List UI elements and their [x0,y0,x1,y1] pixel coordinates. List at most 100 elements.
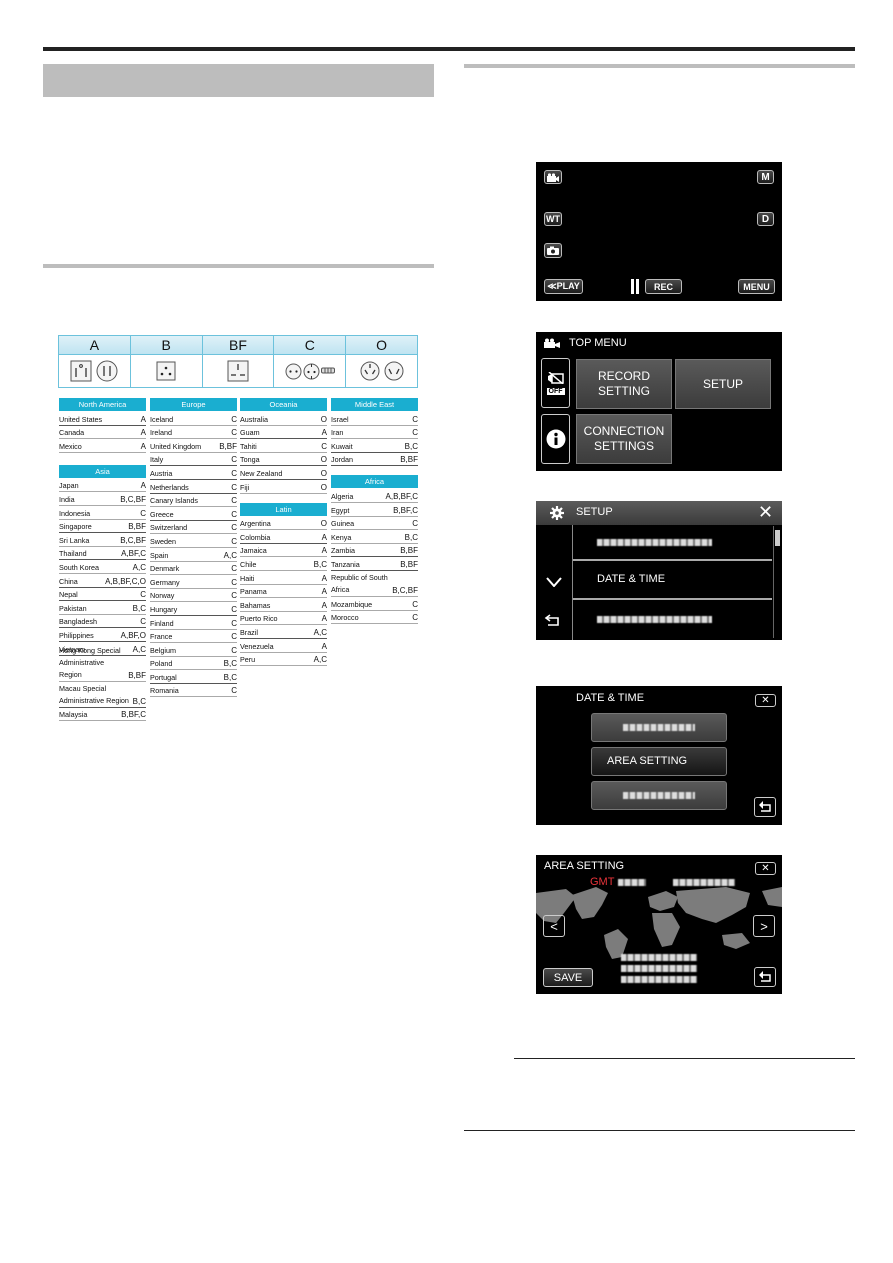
country-row: Greece C [150,507,237,521]
back-button[interactable] [754,967,776,987]
snapshot-button[interactable] [544,243,562,258]
country-row: Sweden C [150,534,237,548]
country-row: Peru A,C [240,653,327,667]
country-name: Iran [331,428,344,438]
country-row: Malaysia B,BF,C [59,708,146,722]
plug-types-value: C [231,414,237,424]
country-name: Haiti [240,573,255,583]
save-button[interactable]: SAVE [543,968,593,987]
plug-types-value: B,C,BF [120,494,146,504]
next-area-button[interactable]: > [753,915,775,937]
setup-tile[interactable]: SETUP [675,359,771,409]
plug-types-value: C [321,441,327,451]
previous-area-button[interactable]: < [543,915,565,937]
country-row: Ireland C [150,426,237,440]
back-icon[interactable] [544,613,562,627]
wt-zoom-button[interactable]: WT [544,212,562,226]
country-name: Venezuela [240,641,274,651]
scrollbar[interactable] [773,526,780,638]
video-mode-button[interactable] [544,170,562,184]
country-name: Fiji [240,482,250,492]
plug-types-value: A,B,BF,C [385,491,418,501]
country-name: Denmark [150,564,180,574]
country-row: Iran C [331,426,418,440]
country-row: New Zealand O [240,466,327,480]
plug-types-value: B,BF [400,546,418,556]
country-name: Egypt [331,505,350,515]
country-name: Italy [150,455,164,465]
plug-type-a: A [59,336,131,387]
top-menu-screen: TOP MENU OFF RECORD SETTING SETUP CONNEC… [536,332,782,471]
country-row: Iceland C [150,412,237,426]
country-name-line: Republic of South [331,572,388,582]
country-name: Jamaica [240,546,267,556]
country-row: Guam A [240,426,327,440]
country-name: Kuwait [331,441,353,451]
date-time-item-blurred-2[interactable] [591,781,727,810]
country-name: Netherlands [150,482,189,492]
back-button[interactable] [754,797,776,817]
section-banner [43,64,434,97]
country-name: Puerto Rico [240,614,278,624]
country-name: South Korea [59,562,99,572]
country-row: Singapore B,BF [59,520,146,534]
setup-item-date-time[interactable]: DATE & TIME [573,562,772,600]
country-name: Guam [240,428,260,438]
plug-c-grounded-icon [303,363,320,379]
menu-button[interactable]: MENU [738,279,775,294]
plug-type-c: C [274,336,347,387]
plug-types-value: B,BF,C [393,505,418,515]
country-row: Nepal C [59,588,146,602]
plug-types-value: C [231,468,237,478]
plug-types-value: O [320,519,327,529]
country-row: Austria C [150,466,237,480]
note-rule-bottom [464,1130,855,1131]
plug-types-value: C [412,599,418,609]
record-setting-tile[interactable]: RECORD SETTING [576,359,672,409]
region-africa: Africa Algeria A,B,BF,C Egypt B,BF,C Guinea C K… [331,475,418,625]
plug-types-value: B,C [223,672,237,682]
plug-types-value: C [412,414,418,424]
area-setting-item[interactable]: AREA SETTING [591,747,727,776]
close-icon[interactable]: ✕ [758,501,773,523]
chevron-right-icon: > [760,918,768,934]
date-time-item-blurred-1[interactable] [591,713,727,742]
display-button[interactable]: D [757,212,774,226]
country-row: Romania C [150,684,237,698]
region-header: Latin [240,502,327,516]
country-row: France C [150,630,237,644]
plug-type-table: A B BF C O [58,335,418,388]
camera-record-screen: M WT D ≪PLAY REC MENU [536,162,782,301]
silent-mode-button[interactable]: OFF [541,358,570,408]
country-row: Tonga O [240,453,327,467]
plug-types-value: A [321,532,327,542]
plug-types-value: C [231,428,237,438]
country-name: Algeria [331,491,354,501]
country-row: United Kingdom B,BF [150,439,237,453]
plug-types-value: B,C [132,696,146,706]
rec-button[interactable]: REC [645,279,682,294]
plug-bf-rectangular-icon [227,360,249,382]
country-name: Australia [240,414,268,424]
info-button[interactable] [541,414,570,464]
chevron-down-icon[interactable] [546,577,562,587]
back-icon [759,801,771,812]
country-row: Republic of South Africa B,C,BF [331,571,418,597]
screen-title: SETUP [576,506,613,518]
plug-types-value: C [231,509,237,519]
close-button[interactable]: ✕ [755,694,776,707]
country-name: Iceland [150,414,174,424]
manual-mode-button[interactable]: M [757,170,774,184]
close-button[interactable]: ✕ [755,862,776,875]
country-row: Switzerland C [150,521,237,535]
plug-types-value: O [320,414,327,424]
play-button[interactable]: ≪PLAY [544,279,583,294]
plug-types-value: A [140,481,146,491]
plug-types-value: A [140,441,146,451]
setup-item-blurred-1[interactable] [573,525,772,561]
plug-types-value: A,C [132,562,146,572]
country-row: Guinea C [331,517,418,531]
pause-icon [631,279,639,294]
connection-settings-tile[interactable]: CONNECTION SETTINGS [576,414,672,464]
setup-item-blurred-2[interactable] [573,601,772,640]
